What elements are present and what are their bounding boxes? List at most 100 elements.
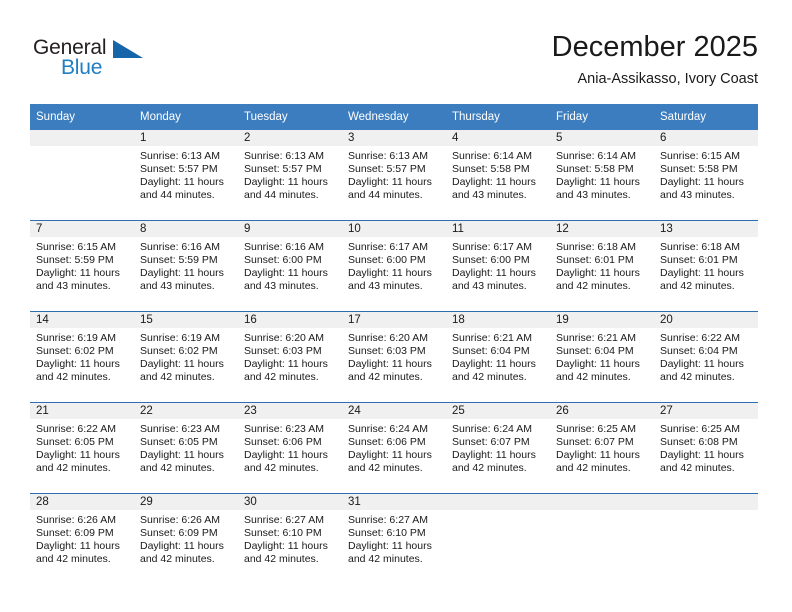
sunset-text: Sunset: 6:00 PM (348, 253, 426, 266)
general-blue-logo[interactable]: General Blue (33, 36, 163, 84)
calendar-day[interactable]: 5 Sunrise: 6:14 AM Sunset: 5:58 PM Daylight… (550, 130, 654, 220)
day-details: Sunrise: 6:16 AM Sunset: 6:00 PM Daylight:… (238, 237, 342, 293)
calendar-day[interactable]: 7 Sunrise: 6:15 AM Sunset: 5:59 PM Daylight… (30, 221, 134, 311)
calendar-day[interactable]: 2 Sunrise: 6:13 AM Sunset: 5:57 PM Daylight… (238, 130, 342, 220)
calendar-day[interactable]: 26 Sunrise: 6:25 AM Sunset: 6:07 PM Dayligh… (550, 403, 654, 493)
calendar-week-row: 7 Sunrise: 6:15 AM Sunset: 5:59 PM Daylight… (30, 220, 758, 312)
day-number: 23 (238, 403, 342, 419)
calendar-day-cell: 4 Sunrise: 6:14 AM Sunset: 5:58 PM Daylight… (446, 130, 550, 221)
calendar-day-cell: 15 Sunrise: 6:19 AM Sunset: 6:02 PM Dayligh… (134, 311, 238, 403)
day-details: Sunrise: 6:19 AM Sunset: 6:02 PM Daylight:… (30, 328, 134, 384)
daylight-text-line2: and 42 minutes. (556, 370, 631, 383)
sunrise-text: Sunrise: 6:16 AM (244, 241, 324, 253)
day-details: Sunrise: 6:17 AM Sunset: 6:00 PM Daylight:… (446, 237, 550, 293)
sunset-text: Sunset: 6:00 PM (244, 253, 322, 266)
calendar-day[interactable]: 6 Sunrise: 6:15 AM Sunset: 5:58 PM Daylight… (654, 130, 758, 220)
daylight-text-line2: and 42 minutes. (452, 461, 527, 474)
calendar-day-cell: 28 Sunrise: 6:26 AM Sunset: 6:09 PM Dayligh… (30, 493, 134, 584)
calendar-day[interactable]: 21 Sunrise: 6:22 AM Sunset: 6:05 PM Dayligh… (30, 403, 134, 493)
daylight-text-line1: Daylight: 11 hours (36, 539, 120, 552)
calendar-day-cell: 13 Sunrise: 6:18 AM Sunset: 6:01 PM Dayligh… (654, 220, 758, 312)
calendar-day[interactable]: 13 Sunrise: 6:18 AM Sunset: 6:01 PM Dayligh… (654, 221, 758, 311)
day-number: 19 (550, 312, 654, 328)
daylight-text-line1: Daylight: 11 hours (556, 357, 640, 370)
sunrise-text: Sunrise: 6:19 AM (36, 332, 116, 344)
daylight-text-line2: and 42 minutes. (244, 370, 319, 383)
calendar-day[interactable]: 28 Sunrise: 6:26 AM Sunset: 6:09 PM Dayligh… (30, 494, 134, 584)
day-number (654, 494, 758, 510)
calendar-day[interactable]: 27 Sunrise: 6:25 AM Sunset: 6:08 PM Dayligh… (654, 403, 758, 493)
sunset-text: Sunset: 5:58 PM (556, 162, 634, 175)
calendar-day-cell: 30 Sunrise: 6:27 AM Sunset: 6:10 PM Dayligh… (238, 493, 342, 584)
calendar-day[interactable]: 24 Sunrise: 6:24 AM Sunset: 6:06 PM Dayligh… (342, 403, 446, 493)
calendar-day-empty (654, 494, 758, 584)
sunrise-text: Sunrise: 6:24 AM (348, 423, 428, 435)
day-details: Sunrise: 6:21 AM Sunset: 6:04 PM Daylight:… (446, 328, 550, 384)
sunset-text: Sunset: 6:01 PM (556, 253, 634, 266)
day-number: 11 (446, 221, 550, 237)
sunrise-text: Sunrise: 6:20 AM (244, 332, 324, 344)
daylight-text-line2: and 42 minutes. (348, 461, 423, 474)
sunrise-text: Sunrise: 6:13 AM (348, 150, 428, 162)
calendar-day[interactable]: 23 Sunrise: 6:23 AM Sunset: 6:06 PM Dayligh… (238, 403, 342, 493)
calendar-day-cell: 10 Sunrise: 6:17 AM Sunset: 6:00 PM Dayligh… (342, 220, 446, 312)
day-details: Sunrise: 6:13 AM Sunset: 5:57 PM Daylight:… (238, 146, 342, 202)
daylight-text-line1: Daylight: 11 hours (140, 539, 224, 552)
sunset-text: Sunset: 6:08 PM (660, 435, 738, 448)
day-number: 12 (550, 221, 654, 237)
day-details: Sunrise: 6:26 AM Sunset: 6:09 PM Daylight:… (134, 510, 238, 566)
daylight-text-line2: and 44 minutes. (140, 188, 215, 201)
calendar-day[interactable]: 16 Sunrise: 6:20 AM Sunset: 6:03 PM Dayligh… (238, 312, 342, 402)
weekday-header-sunday: Sunday (30, 104, 134, 130)
calendar-day[interactable]: 22 Sunrise: 6:23 AM Sunset: 6:05 PM Dayligh… (134, 403, 238, 493)
daylight-text-line2: and 43 minutes. (36, 279, 111, 292)
calendar-day-cell: 8 Sunrise: 6:16 AM Sunset: 5:59 PM Daylight… (134, 220, 238, 312)
sunrise-text: Sunrise: 6:23 AM (140, 423, 220, 435)
calendar-day-cell: 23 Sunrise: 6:23 AM Sunset: 6:06 PM Dayligh… (238, 402, 342, 494)
calendar-day[interactable]: 19 Sunrise: 6:21 AM Sunset: 6:04 PM Dayligh… (550, 312, 654, 402)
sunset-text: Sunset: 6:09 PM (140, 526, 218, 539)
sunset-text: Sunset: 6:03 PM (244, 344, 322, 357)
daylight-text-line1: Daylight: 11 hours (140, 357, 224, 370)
calendar-day[interactable]: 25 Sunrise: 6:24 AM Sunset: 6:07 PM Dayligh… (446, 403, 550, 493)
sunset-text: Sunset: 5:57 PM (348, 162, 426, 175)
daylight-text-line2: and 42 minutes. (140, 552, 215, 565)
calendar-day[interactable]: 11 Sunrise: 6:17 AM Sunset: 6:00 PM Dayligh… (446, 221, 550, 311)
calendar-day-cell: 21 Sunrise: 6:22 AM Sunset: 6:05 PM Dayligh… (30, 402, 134, 494)
daylight-text-line2: and 42 minutes. (348, 552, 423, 565)
calendar-day[interactable]: 3 Sunrise: 6:13 AM Sunset: 5:57 PM Daylight… (342, 130, 446, 220)
day-details: Sunrise: 6:25 AM Sunset: 6:07 PM Daylight:… (550, 419, 654, 475)
calendar-day[interactable]: 1 Sunrise: 6:13 AM Sunset: 5:57 PM Daylight… (134, 130, 238, 220)
day-details: Sunrise: 6:27 AM Sunset: 6:10 PM Daylight:… (342, 510, 446, 566)
daylight-text-line1: Daylight: 11 hours (140, 175, 224, 188)
calendar-day[interactable]: 4 Sunrise: 6:14 AM Sunset: 5:58 PM Daylight… (446, 130, 550, 220)
calendar-day[interactable]: 8 Sunrise: 6:16 AM Sunset: 5:59 PM Daylight… (134, 221, 238, 311)
calendar-day[interactable]: 9 Sunrise: 6:16 AM Sunset: 6:00 PM Daylight… (238, 221, 342, 311)
calendar-day[interactable]: 20 Sunrise: 6:22 AM Sunset: 6:04 PM Dayligh… (654, 312, 758, 402)
calendar-day[interactable]: 29 Sunrise: 6:26 AM Sunset: 6:09 PM Dayligh… (134, 494, 238, 584)
calendar-day[interactable]: 14 Sunrise: 6:19 AM Sunset: 6:02 PM Dayligh… (30, 312, 134, 402)
calendar-day-cell (654, 493, 758, 584)
calendar-day-cell: 16 Sunrise: 6:20 AM Sunset: 6:03 PM Dayligh… (238, 311, 342, 403)
calendar-page: General Blue December 2025 Ania-Assikass… (0, 0, 792, 612)
sunset-text: Sunset: 6:09 PM (36, 526, 114, 539)
day-number: 2 (238, 130, 342, 146)
calendar-day-empty (550, 494, 654, 584)
calendar-day[interactable]: 31 Sunrise: 6:27 AM Sunset: 6:10 PM Dayligh… (342, 494, 446, 584)
calendar-day[interactable]: 15 Sunrise: 6:19 AM Sunset: 6:02 PM Dayligh… (134, 312, 238, 402)
sunrise-text: Sunrise: 6:21 AM (556, 332, 636, 344)
sunrise-text: Sunrise: 6:13 AM (244, 150, 324, 162)
daylight-text-line1: Daylight: 11 hours (348, 266, 432, 279)
calendar-day[interactable]: 17 Sunrise: 6:20 AM Sunset: 6:03 PM Dayligh… (342, 312, 446, 402)
day-details: Sunrise: 6:15 AM Sunset: 5:59 PM Daylight:… (30, 237, 134, 293)
day-details: Sunrise: 6:20 AM Sunset: 6:03 PM Daylight:… (342, 328, 446, 384)
day-details: Sunrise: 6:26 AM Sunset: 6:09 PM Daylight:… (30, 510, 134, 566)
calendar-day[interactable]: 18 Sunrise: 6:21 AM Sunset: 6:04 PM Dayligh… (446, 312, 550, 402)
day-number: 22 (134, 403, 238, 419)
calendar-day[interactable]: 10 Sunrise: 6:17 AM Sunset: 6:00 PM Dayligh… (342, 221, 446, 311)
calendar-day[interactable]: 30 Sunrise: 6:27 AM Sunset: 6:10 PM Dayligh… (238, 494, 342, 584)
calendar-day[interactable]: 12 Sunrise: 6:18 AM Sunset: 6:01 PM Dayligh… (550, 221, 654, 311)
day-details: Sunrise: 6:20 AM Sunset: 6:03 PM Daylight:… (238, 328, 342, 384)
sunset-text: Sunset: 6:07 PM (556, 435, 634, 448)
daylight-text-line2: and 42 minutes. (244, 461, 319, 474)
